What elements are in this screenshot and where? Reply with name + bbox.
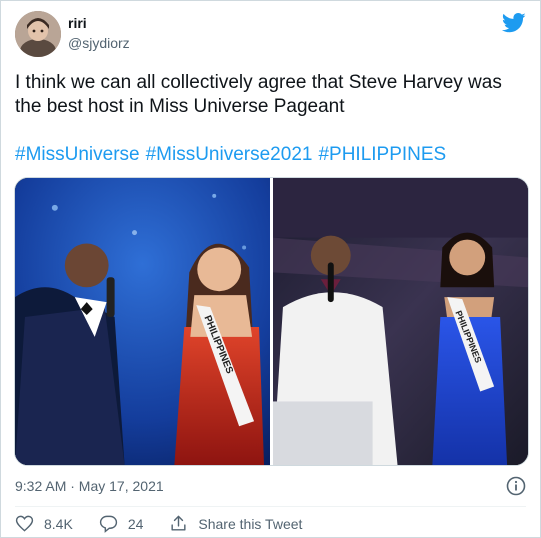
hashtag-list: #MissUniverse #MissUniverse2021 #PHILIPPIN… — [15, 143, 452, 167]
hashtag-link[interactable]: #PHILIPPINES — [318, 144, 446, 165]
hashtag-link[interactable]: #MissUniverse2021 — [146, 144, 313, 165]
tweet-actions: 8.4K 24 Share this Tweet — [15, 514, 328, 533]
author-name[interactable]: riri — [68, 15, 87, 31]
info-icon[interactable] — [506, 476, 526, 496]
hashtag-link[interactable]: #MissUniverse — [15, 144, 140, 165]
share-label: Share this Tweet — [198, 515, 303, 532]
twitter-bird-icon — [502, 13, 526, 33]
share-icon — [171, 515, 186, 531]
tweet-timestamp[interactable]: 9:32 AM · May 17, 2021 — [15, 478, 164, 494]
tweet-card: riri @sjydiorz I think we can all collec… — [0, 0, 541, 538]
reply-count: 24 — [127, 515, 144, 532]
author-handle[interactable]: @sjydiorz — [68, 35, 130, 51]
author-avatar[interactable] — [15, 11, 61, 57]
tweet-media: PHILIPPINES PHILIPPINES — [14, 177, 529, 466]
action-divider — [15, 506, 526, 507]
reply-icon — [99, 515, 117, 533]
media-photo-left[interactable]: PHILIPPINES — [15, 178, 270, 465]
heart-icon — [15, 515, 34, 532]
media-photo-right[interactable]: PHILIPPINES — [272, 178, 528, 465]
tweet-text: I think we can all collectively agree th… — [15, 72, 502, 117]
like-count: 8.4K — [44, 515, 73, 532]
share-button[interactable]: Share this Tweet — [169, 514, 302, 533]
like-button[interactable]: 8.4K — [15, 514, 73, 533]
reply-button[interactable]: 24 — [99, 514, 144, 533]
